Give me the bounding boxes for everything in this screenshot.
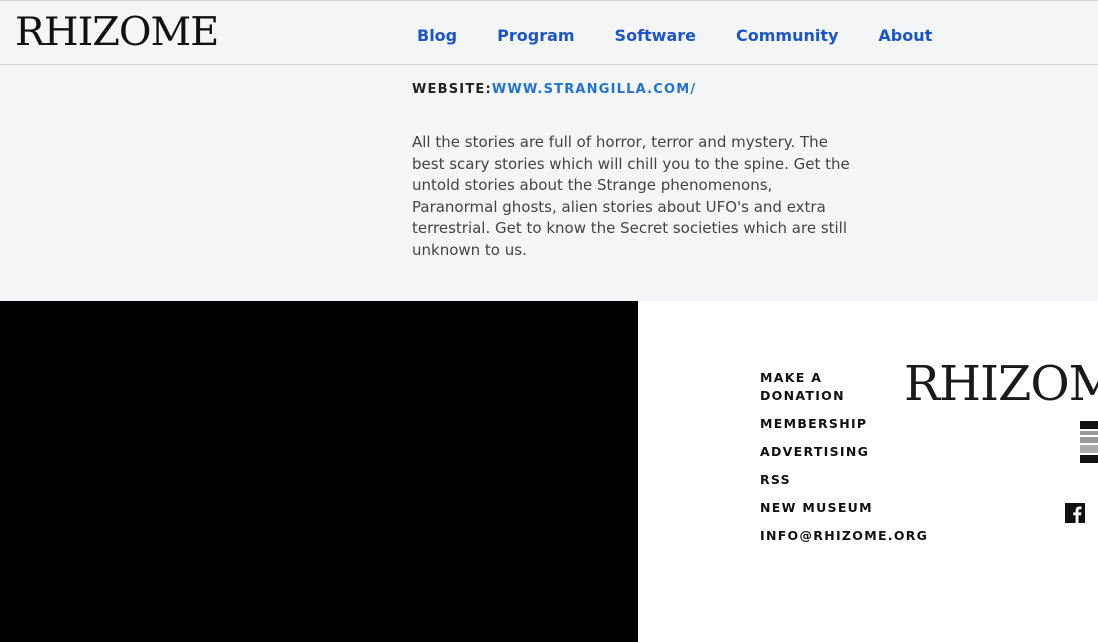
footer-links: MAKE A DONATION MEMBERSHIP ADVERTISING R… [760,369,927,553]
nav-community[interactable]: Community [736,26,838,45]
footer-link-membership[interactable]: MEMBERSHIP [760,415,867,433]
nav-about[interactable]: About [878,26,932,45]
footer-link-new-museum[interactable]: NEW MUSEUM [760,499,873,517]
nav-software[interactable]: Software [615,26,696,45]
footer-link-advertising[interactable]: ADVERTISING [760,443,869,461]
main-nav: Blog Program Software Community About [417,26,972,45]
new-museum-logo-icon[interactable] [1080,419,1098,467]
website-row: WEBSITE:WWW.STRANGILLA.COM/ [412,82,696,97]
artwork-description: All the stories are full of horror, terr… [412,133,850,259]
footer-panel: MAKE A DONATION MEMBERSHIP ADVERTISING R… [638,301,1098,642]
footer-link-donation[interactable]: MAKE A DONATION [760,369,905,405]
site-header: RHIZOME Blog Program Software Community … [0,0,1098,65]
website-link[interactable]: WWW.STRANGILLA.COM/ [492,82,696,97]
footer-rhizome-logo[interactable]: RHIZOME [904,356,1098,412]
footer-link-rss[interactable]: RSS [760,471,791,489]
website-label: WEBSITE: [412,82,492,97]
nav-program[interactable]: Program [497,26,574,45]
footer-link-email[interactable]: INFO@RHIZOME.ORG [760,527,928,545]
facebook-icon[interactable] [1065,503,1085,523]
rhizome-logo[interactable]: RHIZOME [15,13,219,53]
footer-black-panel [0,301,638,642]
nav-blog[interactable]: Blog [417,26,457,45]
